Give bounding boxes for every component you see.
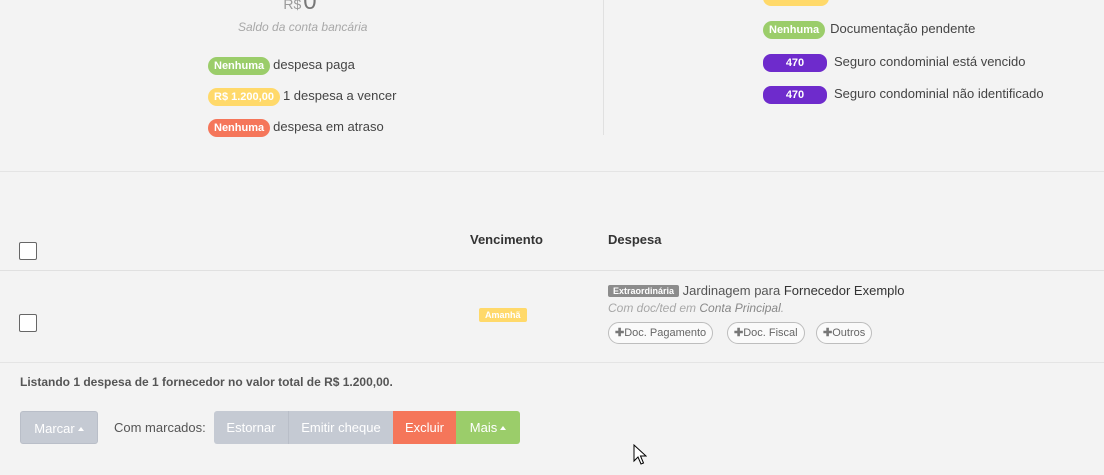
add-payment-doc-button[interactable]: ✚Doc. Pagamento [608, 322, 714, 344]
stat-paid-expenses: Nenhuma despesa paga [208, 57, 355, 75]
supplier-name[interactable]: Fornecedor Exemplo [784, 283, 905, 298]
stat-badge: 470 [763, 54, 827, 72]
stat-label: despesa em atraso [273, 119, 384, 134]
due-date-badge: Amanhã [479, 308, 527, 322]
issue-check-button[interactable]: Emitir cheque [289, 411, 393, 444]
stat-badge: R$ 1.200,00 [208, 88, 280, 106]
plus-icon: ✚ [615, 327, 625, 339]
doc-button-label: Doc. Fiscal [743, 327, 798, 339]
payment-suffix: . [780, 301, 785, 315]
payment-method: Com doc/ted em [608, 301, 697, 315]
stat-pending-documentation: Nenhuma Documentação pendente [763, 21, 975, 39]
expense-title[interactable]: Jardinagem para [683, 283, 781, 298]
row-checkbox[interactable] [19, 314, 37, 332]
plus-icon: ✚ [823, 327, 833, 339]
stat-label: Seguro condominial não identificado [834, 86, 1044, 101]
doc-button-label: Doc. Pagamento [624, 327, 707, 339]
stat-badge: 470 [763, 86, 827, 104]
balance-currency: R$ [283, 0, 302, 12]
listing-summary: Listando 1 despesa de 1 fornecedor no va… [20, 375, 393, 389]
stat-insurance-unidentified: 470 Seguro condominial não identificado [763, 86, 1044, 104]
cut-off-badge [763, 0, 829, 6]
plus-icon: ✚ [734, 327, 744, 339]
doc-button-label: Outros [832, 327, 866, 339]
expense-description: Extraordinária Jardinagem para Fornecedo… [608, 283, 905, 298]
stat-label: 1 despesa a vencer [282, 88, 397, 103]
stat-label: despesa paga [273, 57, 355, 72]
add-fiscal-doc-button[interactable]: ✚Doc. Fiscal [727, 322, 805, 344]
stat-insurance-expired: 470 Seguro condominial está vencido [763, 54, 1026, 72]
balance-caption: Saldo da conta bancária [238, 20, 368, 34]
more-button[interactable]: Mais [456, 411, 520, 444]
stat-upcoming-expenses: R$ 1.200,00 1 despesa a vencer [208, 88, 396, 106]
bank-balance: R$0 [230, 0, 370, 16]
payment-info: Com doc/ted em Conta Principal. [608, 301, 784, 315]
caret-up-icon [77, 427, 84, 431]
table-header: Vencimento Despesa [0, 225, 1104, 271]
mark-button[interactable]: Marcar [20, 411, 98, 444]
mark-button-label: Marcar [34, 421, 75, 436]
stat-overdue-expenses: Nenhuma despesa em atraso [208, 119, 384, 137]
add-other-doc-button[interactable]: ✚Outros [816, 322, 873, 344]
table-row: Amanhã Extraordinária Jardinagem para Fo… [0, 271, 1104, 363]
stat-badge: Nenhuma [763, 21, 826, 39]
column-expense[interactable]: Despesa [608, 232, 661, 247]
mouse-cursor-icon [633, 444, 647, 465]
more-button-label: Mais [469, 420, 498, 435]
stat-label: Documentação pendente [830, 21, 976, 36]
payment-account: Conta Principal [699, 301, 781, 315]
reverse-button[interactable]: Estornar [214, 411, 289, 444]
summary-panel: R$0 Saldo da conta bancária Nenhuma despe… [0, 0, 1104, 172]
delete-button[interactable]: Excluir [393, 411, 456, 444]
panel-divider [603, 0, 604, 135]
select-all-checkbox[interactable] [19, 242, 37, 260]
stat-badge: Nenhuma [208, 57, 271, 75]
balance-amount: 0 [303, 0, 317, 15]
column-due-date[interactable]: Vencimento [470, 232, 543, 247]
caret-up-icon [500, 426, 507, 430]
stat-label: Seguro condominial está vencido [834, 54, 1026, 69]
with-marked-label: Com marcados: [114, 420, 206, 435]
expense-type-badge: Extraordinária [608, 285, 680, 297]
stat-badge: Nenhuma [208, 119, 271, 137]
